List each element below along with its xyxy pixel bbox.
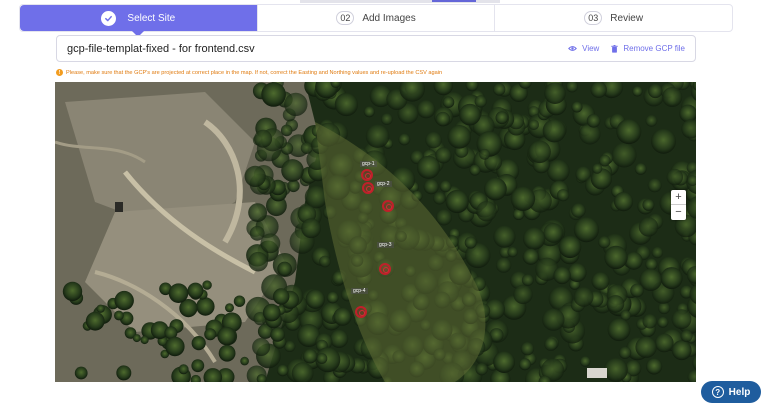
eye-icon [568,46,578,51]
step-add-images[interactable]: 02 Add Images [256,5,495,31]
step-number: 03 [584,11,603,25]
aerial-imagery [55,82,696,382]
info-icon: ! [56,69,63,76]
zoom-control: + − [671,190,686,220]
help-button[interactable]: ? Help [701,381,761,403]
help-label: Help [728,386,751,398]
view-label: View [582,44,600,53]
header-clipped [300,0,500,3]
trash-icon [611,44,619,53]
gcp-marker[interactable] [362,182,374,194]
step-label: Review [610,12,644,24]
warning-text: Please, make sure that the GCP's are pro… [66,69,443,76]
step-label: Add Images [362,12,416,24]
gcp-label: gcp-4 [351,288,368,294]
gcp-marker[interactable] [379,263,391,275]
projection-warning: ! Please, make sure that the GCP's are p… [56,68,442,77]
view-button[interactable]: View [568,44,599,53]
gcp-label: gcp-1 [360,161,377,167]
remove-label: Remove GCP file [623,44,685,53]
question-icon: ? [711,386,724,398]
gcp-marker[interactable] [361,169,373,181]
check-icon [101,10,117,26]
zoom-in-button[interactable]: + [671,190,686,205]
step-select-site[interactable]: Select Site [20,5,257,37]
gcp-label: gcp-3 [377,242,394,248]
zoom-out-button[interactable]: − [671,205,686,220]
stepper: Select Site 02 Add Images 03 Review [19,4,733,37]
remove-gcp-file-button[interactable]: Remove GCP file [611,44,685,53]
step-review[interactable]: 03 Review [494,5,732,31]
header-link-clipped[interactable] [432,0,476,2]
gcp-marker[interactable] [355,306,367,318]
step-number: 02 [336,11,355,25]
step-label: Select Site [127,12,176,24]
gcp-file-name: gcp-file-templat-fixed - for frontend.cs… [67,42,255,55]
gcp-label: gcp-2 [375,181,392,187]
gcp-file-bar: gcp-file-templat-fixed - for frontend.cs… [56,35,696,62]
aerial-map[interactable]: gcp-1 gcp-2 gcp-3 gcp-4 + − [55,82,696,382]
gcp-marker[interactable] [382,200,394,212]
